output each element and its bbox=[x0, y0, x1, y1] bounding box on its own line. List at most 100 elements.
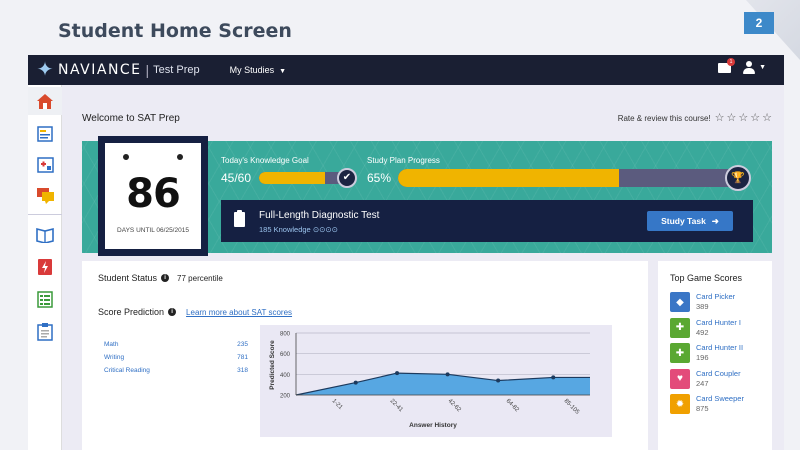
next-task-panel: Full-Length Diagnostic Test 185 Knowledg… bbox=[221, 200, 753, 242]
y-tick-label: 400 bbox=[280, 373, 291, 379]
student-status: Student Status i 77 percentile bbox=[98, 273, 223, 283]
subject-score-row: Writing 781 bbox=[104, 354, 248, 367]
sidebar-item-tests[interactable] bbox=[28, 317, 62, 345]
logo-separator: | bbox=[145, 62, 150, 78]
subject-name[interactable]: Writing bbox=[104, 354, 124, 367]
game-name[interactable]: Card Sweeper bbox=[696, 394, 744, 404]
x-tick-label: 64-82 bbox=[505, 398, 521, 414]
countdown-calendar: 86 DAYS UNTIL 06/25/2015 bbox=[98, 136, 208, 256]
star-icon[interactable]: ☆ bbox=[762, 113, 772, 124]
logo[interactable]: ✦ NAVIANCE | Test Prep bbox=[34, 59, 200, 81]
subject-score-row: Math 235 bbox=[104, 341, 248, 354]
notepad-icon bbox=[37, 125, 53, 142]
sidebar-item-flashcards[interactable] bbox=[28, 253, 62, 281]
game-text: Card Picker 389 bbox=[696, 292, 735, 312]
sidebar-item-discussion[interactable] bbox=[28, 181, 62, 209]
book-icon bbox=[36, 227, 54, 243]
game-score: 389 bbox=[696, 302, 709, 311]
logo-subtitle: Test Prep bbox=[153, 64, 200, 76]
star-rating: ☆ ☆ ☆ ☆ ☆ bbox=[715, 113, 772, 124]
sidebar-item-checklist[interactable] bbox=[28, 285, 62, 313]
data-point bbox=[395, 371, 400, 376]
game-text: Card Hunter I 492 bbox=[696, 318, 741, 338]
notification-badge: 1 bbox=[727, 57, 736, 66]
home-icon bbox=[37, 93, 53, 109]
slide-number: 2 bbox=[744, 12, 774, 34]
study-plan-label: Study Plan Progress bbox=[367, 156, 440, 165]
game-text: Card Coupler 247 bbox=[696, 369, 741, 389]
star-icon[interactable]: ☆ bbox=[727, 113, 737, 124]
knowledge-goal-value: 45/60 bbox=[221, 171, 252, 185]
star-icon[interactable]: ☆ bbox=[715, 113, 725, 124]
x-tick-label: 22-41 bbox=[389, 398, 405, 414]
knowledge-goal-bar bbox=[259, 172, 347, 184]
status-panel: Student Status i 77 percentile Score Pre… bbox=[82, 261, 648, 450]
clipboard-icon bbox=[37, 322, 53, 341]
chevron-down-icon: ▼ bbox=[279, 68, 287, 75]
sidebar-item-lessons[interactable] bbox=[28, 221, 62, 249]
calendar-ring bbox=[177, 154, 183, 160]
game-name[interactable]: Card Coupler bbox=[696, 369, 741, 379]
sidebar-item-notes[interactable] bbox=[28, 119, 62, 147]
game-item[interactable]: ✚ Card Hunter II 196 bbox=[670, 343, 743, 363]
sidebar-item-diagnostic[interactable] bbox=[28, 151, 62, 179]
game-name[interactable]: Card Hunter II bbox=[696, 343, 743, 353]
score-chart: 200 400 600 800 1-21 22-41 42-62 64-82 85-105 Ans… bbox=[260, 325, 612, 437]
x-tick-label: 1-21 bbox=[331, 398, 344, 411]
rate-course: Rate & review this course! ☆ ☆ ☆ ☆ ☆ bbox=[618, 113, 772, 124]
top-navbar: ✦ NAVIANCE | Test Prep My Studies ▼ 1 ▼ bbox=[28, 55, 784, 85]
checkmark-icon: ✔ bbox=[337, 168, 357, 188]
game-item[interactable]: ♥ Card Coupler 247 bbox=[670, 368, 741, 389]
task-knowledge: 185 Knowledge bbox=[259, 225, 311, 234]
card-picker-icon: ◆ bbox=[670, 292, 690, 312]
learn-more-link[interactable]: Learn more about SAT scores bbox=[186, 308, 292, 317]
game-item[interactable]: ✚ Card Hunter I 492 bbox=[670, 317, 741, 338]
subject-name[interactable]: Critical Reading bbox=[104, 367, 150, 380]
x-axis-label: Answer History bbox=[409, 422, 457, 429]
my-studies-menu[interactable]: My Studies ▼ bbox=[230, 65, 286, 75]
score-chart-svg: 200 400 600 800 1-21 22-41 42-62 64-82 85-105 Ans… bbox=[269, 332, 590, 429]
game-text: Card Sweeper 875 bbox=[696, 394, 744, 414]
star-icon[interactable]: ☆ bbox=[738, 113, 748, 124]
study-plan-value: 65% bbox=[367, 171, 392, 185]
game-item[interactable]: ◆ Card Picker 389 bbox=[670, 292, 735, 312]
compass-star-icon: ✦ bbox=[36, 59, 54, 81]
logo-text: NAVIANCE bbox=[58, 62, 142, 78]
card-hunter-i-icon: ✚ bbox=[670, 317, 690, 338]
data-point bbox=[496, 378, 501, 383]
arrow-right-icon: ➜ bbox=[711, 215, 719, 226]
game-item[interactable]: ✹ Card Sweeper 875 bbox=[670, 394, 744, 414]
study-task-label: Study Task bbox=[661, 216, 706, 226]
main-content: Welcome to SAT Prep Rate & review this c… bbox=[62, 85, 784, 450]
card-coupler-icon: ♥ bbox=[670, 368, 690, 389]
area-series bbox=[296, 373, 590, 395]
y-axis-label: Predicted Score bbox=[269, 340, 276, 390]
y-tick-label: 200 bbox=[280, 394, 291, 400]
flash-card-icon bbox=[38, 259, 52, 275]
study-plan-fill bbox=[398, 169, 619, 187]
countdown-card: 86 DAYS UNTIL 06/25/2015 bbox=[105, 143, 201, 249]
sidebar-item-home[interactable] bbox=[28, 87, 62, 115]
slide-title: Student Home Screen bbox=[58, 20, 292, 42]
card-sweeper-icon: ✹ bbox=[670, 394, 690, 414]
days-until-label: DAYS UNTIL 06/25/2015 bbox=[117, 227, 189, 234]
mail-icon[interactable]: 1 bbox=[718, 57, 736, 73]
my-studies-label: My Studies bbox=[229, 65, 275, 75]
game-name[interactable]: Card Picker bbox=[696, 292, 735, 302]
clipboard-icon bbox=[234, 210, 245, 227]
data-point bbox=[445, 372, 450, 377]
study-task-button[interactable]: Study Task ➜ bbox=[647, 211, 733, 231]
chevron-down-icon: ▼ bbox=[759, 64, 766, 71]
game-score: 875 bbox=[696, 404, 709, 413]
user-menu[interactable]: ▼ bbox=[743, 61, 766, 74]
x-tick-label: 85-105 bbox=[563, 398, 581, 416]
star-icon[interactable]: ☆ bbox=[750, 113, 760, 124]
info-icon[interactable]: i bbox=[161, 274, 170, 282]
chat-icon bbox=[36, 187, 54, 204]
info-icon[interactable]: i bbox=[168, 308, 177, 316]
medical-kit-icon bbox=[36, 157, 54, 173]
subject-name[interactable]: Math bbox=[104, 341, 118, 354]
study-plan-bar bbox=[398, 169, 738, 187]
game-name[interactable]: Card Hunter I bbox=[696, 318, 741, 328]
task-subtitle: 185 Knowledge ⊙⊙⊙⊙ bbox=[259, 225, 338, 234]
